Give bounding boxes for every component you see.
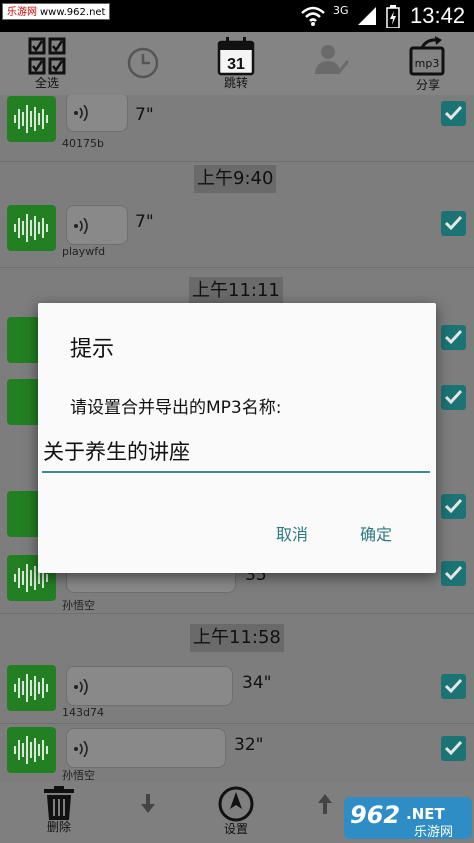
settings-label: 设置 (223, 822, 248, 836)
trash-icon (44, 786, 74, 820)
select-checkbox[interactable] (441, 385, 466, 410)
check-icon (444, 105, 463, 121)
select-checkbox[interactable] (441, 736, 466, 761)
network-type: 3G (333, 4, 349, 17)
site-logo: 962 .NET 乐游网 (344, 795, 472, 841)
sound-wave-icon (14, 736, 48, 764)
sender-name: 40175b (62, 137, 104, 150)
select-checkbox[interactable] (441, 674, 466, 699)
time-label: 上午11:58 (190, 624, 284, 652)
voice-duration: 34" (242, 673, 272, 693)
select-all-label: 全选 (34, 76, 59, 90)
speaker-wave-icon (74, 741, 88, 757)
logo-digits: 962 (350, 801, 400, 829)
clock-icon (127, 47, 159, 79)
voice-duration: 32" (234, 735, 264, 755)
confirm-button[interactable]: 确定 (360, 521, 392, 545)
calendar-day: 31 (227, 56, 245, 73)
voice-bubble[interactable] (66, 95, 128, 132)
share-badge: mp3 (415, 57, 440, 70)
speaker-wave-icon (74, 105, 88, 121)
voice-duration: 7" (135, 105, 154, 125)
speaker-wave-icon (74, 679, 88, 695)
check-icon (444, 329, 463, 345)
calendar-icon: 31 (217, 37, 255, 76)
sender-name: 孙悟空 (62, 599, 95, 612)
share-button[interactable]: mp3 分享 (398, 36, 458, 94)
time-label: 上午9:40 (194, 165, 277, 193)
check-icon (444, 498, 463, 514)
move-up-button[interactable] (318, 794, 332, 818)
jump-label: 跳转 (223, 76, 248, 90)
arrow-down-icon (141, 794, 155, 813)
divider (0, 723, 474, 724)
export-name-dialog: 提示 请设置合并导出的MP3名称: 取消 确定 (38, 303, 436, 573)
logo-net: .NET (406, 805, 445, 823)
cancel-button[interactable]: 取消 (276, 521, 308, 545)
sender-name: 孙悟空 (62, 769, 95, 782)
speaker-wave-icon (74, 218, 88, 234)
sound-wave-icon (14, 214, 48, 242)
voice-duration: 7" (135, 212, 154, 232)
select-all-icon (28, 37, 66, 75)
time-label: 上午11:11 (189, 277, 283, 305)
select-all-button[interactable]: 全选 (17, 36, 77, 94)
voice-avatar (7, 665, 56, 711)
voice-avatar (7, 205, 56, 251)
move-down-button[interactable] (141, 794, 155, 818)
divider (0, 267, 474, 268)
signal-icon (358, 7, 376, 25)
sender-name: 143d74 (62, 706, 104, 719)
jump-button[interactable]: 31 跳转 (206, 36, 266, 94)
sender-name: playwfd (62, 245, 106, 258)
settings-button[interactable]: 设置 (217, 786, 255, 836)
voice-avatar (7, 96, 56, 142)
dialog-message: 请设置合并导出的MP3名称: (70, 398, 282, 418)
mp3-name-input[interactable] (42, 431, 430, 473)
divider (0, 161, 474, 162)
status-bar: 乐游网 www.962.net 3G 13:42 (0, 0, 474, 32)
check-icon (444, 565, 463, 581)
check-icon (444, 678, 463, 694)
wifi-icon (301, 6, 325, 26)
logo-sub: 乐游网 (414, 825, 453, 840)
watermark: 乐游网 www.962.net (2, 3, 111, 20)
user-check-icon (315, 45, 350, 75)
voice-bubble[interactable] (66, 205, 128, 245)
user-button[interactable] (302, 42, 362, 100)
check-icon (444, 740, 463, 756)
share-mp3-icon: mp3 (409, 36, 445, 76)
battery-icon (386, 5, 400, 28)
voice-avatar (7, 727, 56, 773)
voice-bubble[interactable] (66, 666, 233, 706)
divider (0, 613, 474, 614)
clock: 13:42 (410, 3, 466, 28)
share-label: 分享 (415, 78, 440, 92)
select-checkbox[interactable] (441, 211, 466, 236)
top-toolbar: 全选 31 跳转 mp3 分享 (0, 32, 474, 95)
compass-icon (218, 786, 254, 822)
select-checkbox[interactable] (441, 325, 466, 350)
select-checkbox[interactable] (441, 561, 466, 586)
voice-bubble[interactable] (66, 728, 226, 768)
arrow-up-icon (318, 794, 332, 814)
dialog-title: 提示 (70, 337, 115, 362)
select-checkbox[interactable] (441, 101, 466, 126)
delete-label: 删除 (46, 820, 71, 834)
select-checkbox[interactable] (441, 494, 466, 519)
site-logo-graphic: 962 .NET 乐游网 (344, 797, 472, 840)
sound-wave-icon (14, 674, 48, 702)
check-icon (444, 215, 463, 231)
sound-wave-icon (14, 105, 48, 133)
check-icon (444, 389, 463, 405)
delete-button[interactable]: 删除 (43, 786, 75, 834)
